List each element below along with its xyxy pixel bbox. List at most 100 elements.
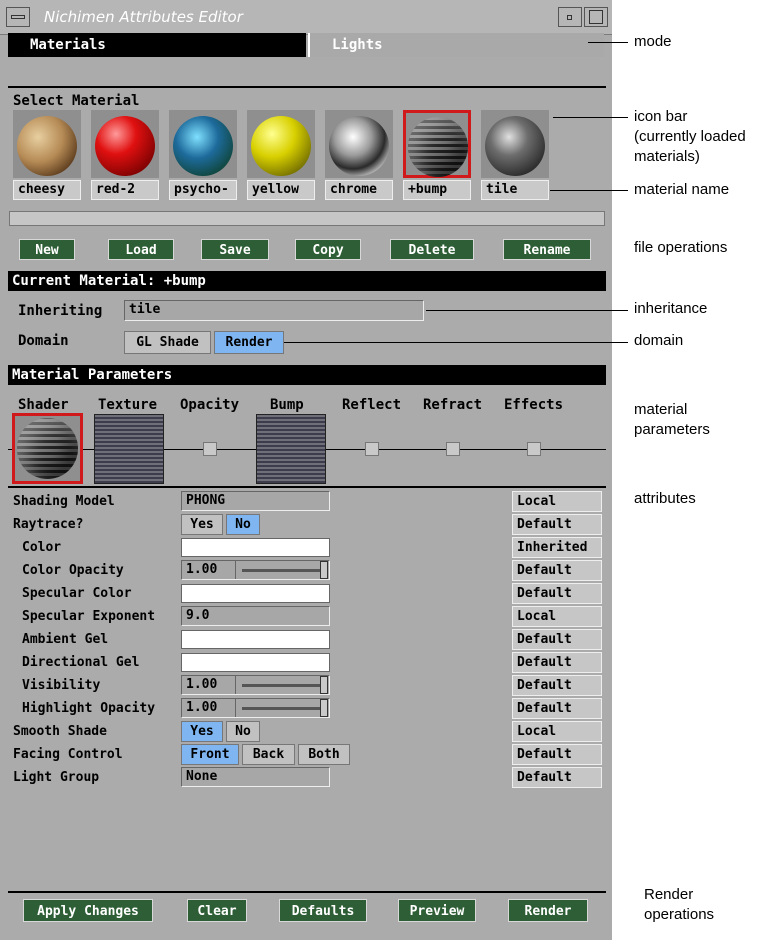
specular-color-swatch[interactable] [181, 584, 330, 603]
mode-tabs: Materials Lights [8, 33, 604, 57]
light-group-scope[interactable]: Default [512, 767, 602, 788]
material-preview [481, 110, 549, 178]
facing-back-toggle[interactable]: Back [242, 744, 295, 765]
minimize-icon [567, 15, 572, 20]
opacity-slot[interactable] [203, 442, 217, 456]
ambient-gel-scope[interactable]: Default [512, 629, 602, 650]
domain-gl-shade-toggle[interactable]: GL Shade [124, 331, 211, 354]
annotation-leader [588, 42, 628, 43]
slider-knob[interactable] [320, 561, 328, 579]
shader-slot[interactable] [12, 413, 83, 484]
facing-both-toggle[interactable]: Both [298, 744, 350, 765]
color-scope[interactable]: Inherited [512, 537, 602, 558]
shading-model-scope[interactable]: Local [512, 491, 602, 512]
delete-button[interactable]: Delete [390, 239, 474, 260]
smooth-shade-scope[interactable]: Local [512, 721, 602, 742]
annotation-file-operations: file operations [634, 239, 728, 256]
reflect-slot[interactable] [365, 442, 379, 456]
load-button[interactable]: Load [108, 239, 174, 260]
material-icon-tile[interactable]: tile [481, 110, 549, 202]
current-material-header: Current Material: +bump [8, 271, 606, 291]
defaults-button[interactable]: Defaults [279, 899, 367, 922]
apply-changes-button[interactable]: Apply Changes [23, 899, 153, 922]
material-icon-psycho[interactable]: psycho- [169, 110, 237, 202]
tab-materials[interactable]: Materials [8, 33, 306, 57]
material-icon-bump[interactable]: +bump [403, 110, 471, 202]
material-name-label: tile [481, 180, 549, 200]
visibility-scope[interactable]: Default [512, 675, 602, 696]
highlight-opacity-label: Highlight Opacity [22, 701, 156, 716]
annotation-icon-bar-2: (currently loaded [634, 128, 746, 145]
window-menu-button[interactable] [6, 7, 30, 27]
facing-control-scope[interactable]: Default [512, 744, 602, 765]
highlight-opacity-scope[interactable]: Default [512, 698, 602, 719]
material-preview [91, 110, 159, 178]
param-refract-label: Refract [423, 397, 483, 413]
visibility-label: Visibility [22, 678, 101, 693]
domain-render-toggle[interactable]: Render [214, 331, 284, 354]
ambient-gel-swatch[interactable] [181, 630, 330, 649]
refract-slot[interactable] [446, 442, 460, 456]
divider [8, 486, 606, 488]
color-opacity-scope[interactable]: Default [512, 560, 602, 581]
smooth-shade-label: Smooth Shade [13, 724, 107, 739]
color-swatch[interactable] [181, 538, 330, 557]
facing-front-toggle[interactable]: Front [181, 744, 239, 765]
specular-exponent-label: Specular Exponent [22, 609, 156, 624]
smooth-shade-yes-toggle[interactable]: Yes [181, 721, 223, 742]
color-opacity-label: Color Opacity [22, 563, 124, 578]
bump-slot[interactable] [256, 414, 326, 484]
raytrace-yes-toggle[interactable]: Yes [181, 514, 223, 535]
annotation-render-operations-2: operations [644, 906, 715, 923]
specular-color-scope[interactable]: Default [512, 583, 602, 604]
material-preview [325, 110, 393, 178]
maximize-button[interactable] [584, 7, 608, 27]
render-button[interactable]: Render [508, 899, 588, 922]
new-button[interactable]: New [19, 239, 75, 260]
slider-knob[interactable] [320, 676, 328, 694]
icon-bar-scrollbar[interactable] [9, 211, 605, 226]
shading-model-field[interactable]: PHONG [181, 491, 330, 511]
annotation-domain: domain [634, 332, 684, 349]
title-bar[interactable]: Nichimen Attributes Editor [0, 0, 612, 35]
raytrace-label: Raytrace? [13, 517, 84, 532]
annotation-icon-bar-3: materials) [634, 148, 700, 165]
slider-knob[interactable] [320, 699, 328, 717]
preview-button[interactable]: Preview [398, 899, 476, 922]
minimize-button[interactable] [558, 7, 582, 27]
divider [8, 86, 606, 88]
material-icon-chrome[interactable]: chrome [325, 110, 393, 202]
material-name-label: +bump [403, 180, 471, 200]
material-preview [13, 110, 81, 178]
visibility-slider[interactable]: 1.00 [181, 675, 330, 695]
material-preview [403, 110, 471, 178]
directional-gel-swatch[interactable] [181, 653, 330, 672]
annotation-material-parameters-1: material [634, 401, 688, 418]
annotation-material-parameters-2: parameters [634, 421, 710, 438]
light-group-field[interactable]: None [181, 767, 330, 787]
annotation-attributes: attributes [634, 490, 696, 507]
texture-slot[interactable] [94, 414, 164, 484]
color-opacity-slider[interactable]: 1.00 [181, 560, 330, 580]
highlight-opacity-slider[interactable]: 1.00 [181, 698, 330, 718]
clear-button[interactable]: Clear [187, 899, 247, 922]
material-name-label: chrome [325, 180, 393, 200]
material-icon-cheesy[interactable]: cheesy [13, 110, 81, 202]
raytrace-scope[interactable]: Default [512, 514, 602, 535]
raytrace-no-toggle[interactable]: No [226, 514, 260, 535]
material-icon-red-2[interactable]: red-2 [91, 110, 159, 202]
specular-exponent-scope[interactable]: Local [512, 606, 602, 627]
tab-lights[interactable]: Lights [308, 33, 604, 57]
rename-button[interactable]: Rename [503, 239, 591, 260]
copy-button[interactable]: Copy [295, 239, 361, 260]
domain-label: Domain [18, 333, 69, 349]
smooth-shade-no-toggle[interactable]: No [226, 721, 260, 742]
specular-exponent-field[interactable]: 9.0 [181, 606, 330, 626]
inheriting-field[interactable]: tile [124, 300, 424, 321]
divider [8, 891, 606, 893]
save-button[interactable]: Save [201, 239, 269, 260]
effects-slot[interactable] [527, 442, 541, 456]
material-icon-yellow[interactable]: yellow [247, 110, 315, 202]
directional-gel-scope[interactable]: Default [512, 652, 602, 673]
facing-control-label: Facing Control [13, 747, 123, 762]
